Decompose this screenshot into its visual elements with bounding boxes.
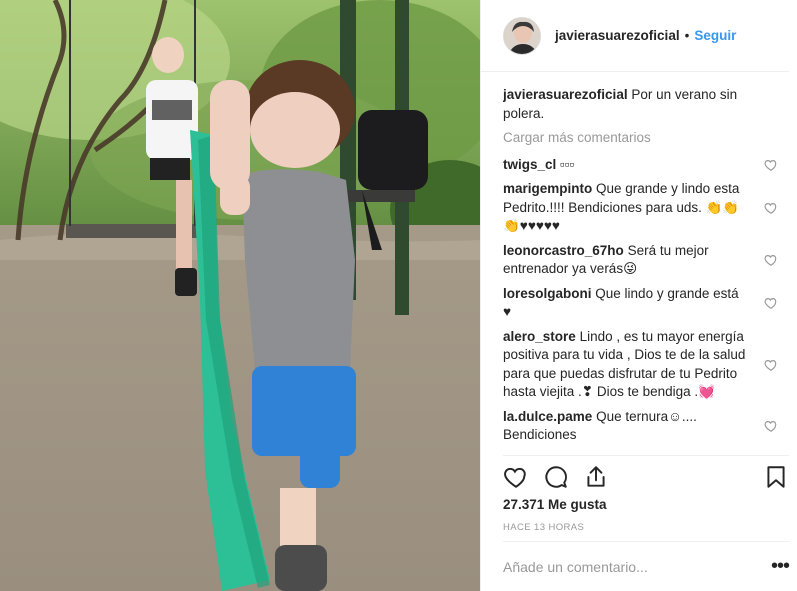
comment-username[interactable]: la.dulce.pame	[503, 409, 592, 424]
comment-icon[interactable]	[543, 464, 569, 490]
header-separator: •	[684, 28, 690, 43]
photo-illustration	[0, 0, 480, 591]
comment-list[interactable]: javierasuarezoficial Por un verano sin p…	[503, 86, 778, 454]
like-comment-heart-icon[interactable]	[764, 201, 778, 215]
post-actions	[503, 455, 789, 497]
comment-item: twigs_cl ▫▫▫	[503, 156, 778, 175]
post-caption: javierasuarezoficial Por un verano sin p…	[503, 86, 778, 123]
share-icon[interactable]	[583, 464, 609, 490]
comment-text: ▫▫▫	[560, 156, 575, 172]
avatar-image	[504, 17, 540, 54]
comment-item: alero_store Lindo , es tu mayor energía …	[503, 328, 778, 402]
post-header: javierasuarezoficial • Seguir	[481, 0, 789, 72]
like-comment-heart-icon[interactable]	[764, 253, 778, 267]
more-options-icon[interactable]: •••	[765, 555, 790, 578]
post-photo[interactable]	[0, 0, 480, 591]
comment-item: la.dulce.pame Que ternura☺.... Bendicion…	[503, 408, 778, 445]
comment-username[interactable]: loresolgaboni	[503, 286, 592, 301]
comment-item: marigempinto Que grande y lindo esta Ped…	[503, 180, 778, 236]
post-timestamp[interactable]: HACE 13 HORAS	[503, 522, 584, 533]
avatar[interactable]	[503, 16, 541, 55]
load-more-comments-button[interactable]: Cargar más comentarios	[503, 129, 778, 148]
like-comment-heart-icon[interactable]	[764, 158, 778, 172]
like-comment-heart-icon[interactable]	[764, 358, 778, 372]
header-username[interactable]: javierasuarezoficial	[555, 28, 680, 43]
comment-item: loresolgaboni Que lindo y grande está ♥	[503, 285, 778, 322]
add-comment-input[interactable]	[503, 558, 765, 575]
heart-icon[interactable]	[503, 464, 529, 490]
comment-username[interactable]: leonorcastro_67ho	[503, 243, 624, 258]
post-side-panel: javierasuarezoficial • Seguir javierasua…	[480, 0, 797, 591]
caption-username[interactable]: javierasuarezoficial	[503, 87, 628, 102]
follow-button[interactable]: Seguir	[694, 28, 736, 43]
comment-item: leonorcastro_67ho Será tu mejor entrenad…	[503, 242, 778, 279]
comment-username[interactable]: alero_store	[503, 329, 576, 344]
like-comment-heart-icon[interactable]	[764, 419, 778, 433]
bookmark-icon[interactable]	[763, 464, 789, 490]
add-comment-bar: •••	[503, 541, 790, 591]
like-comment-heart-icon[interactable]	[764, 296, 778, 310]
likes-count[interactable]: 27.371 Me gusta	[503, 497, 607, 512]
comment-username[interactable]: twigs_cl	[503, 157, 556, 172]
comment-username[interactable]: marigempinto	[503, 181, 592, 196]
instagram-post: javierasuarezoficial • Seguir javierasua…	[0, 0, 797, 591]
